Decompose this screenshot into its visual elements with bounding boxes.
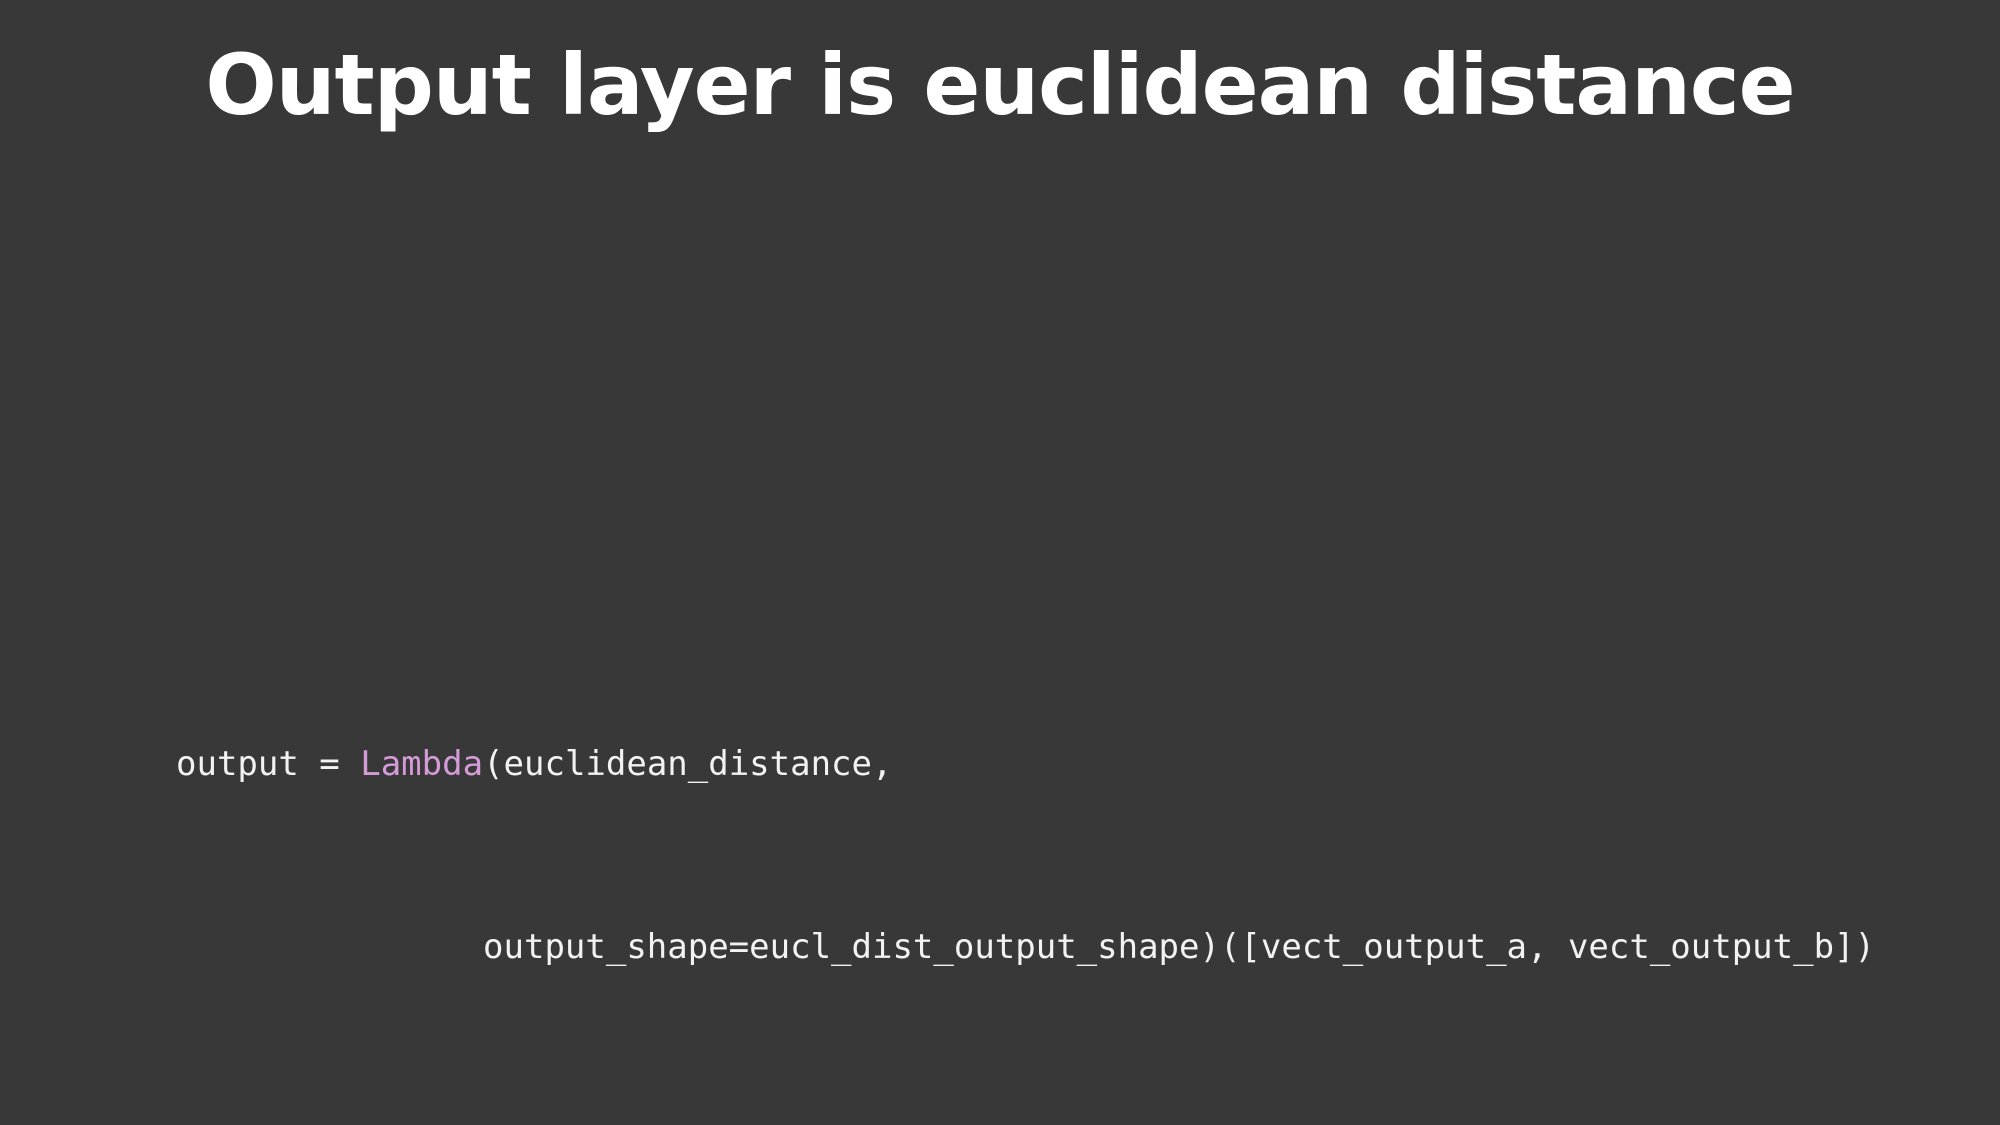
- code-line-2: output_shape=eucl_dist_output_shape)([ve…: [176, 917, 1875, 978]
- slide-title: Output layer is euclidean distance: [205, 36, 1795, 134]
- slide: Output layer is euclidean distance outpu…: [0, 0, 2000, 1125]
- code-function-name: Lambda: [360, 744, 484, 784]
- code-block: output = Lambda(euclidean_distance, outp…: [176, 612, 1875, 1100]
- code-arguments: (euclidean_distance,: [483, 744, 893, 784]
- code-output-shape-call: output_shape=eucl_dist_output_shape)([ve…: [483, 927, 1875, 967]
- code-assignment: output =: [176, 744, 361, 784]
- code-line-1: output = Lambda(euclidean_distance,: [176, 734, 1875, 795]
